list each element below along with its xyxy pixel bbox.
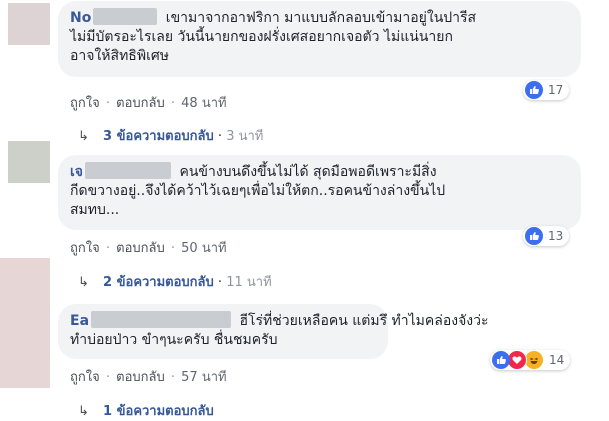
avatar[interactable] <box>8 141 50 183</box>
comment-bubble: เจ คนข้างบนดึงขึ้นไม่ได้ สุดมือพอดีเพราะ… <box>58 155 581 230</box>
avatar[interactable] <box>0 258 50 388</box>
replies-time: 3 นาที <box>226 129 264 144</box>
comment-text-line: สมทบ... <box>70 202 120 218</box>
view-replies-link[interactable]: ↳ 2 ข้อความตอบกลับ · 11 นาที <box>78 271 272 292</box>
separator-dot: · <box>217 129 223 144</box>
comment-text-line: ฮีโร่ที่ช่วยเหลือคน แต่มรึ ทำไมคล่องจังว… <box>239 313 489 329</box>
replies-count-label[interactable]: 3 ข้อความตอบกลับ <box>103 129 214 144</box>
comment-text-line: คนข้างบนดึงขึ้นไม่ได้ สุดมือพอดีเพราะมีส… <box>179 164 437 180</box>
like-icon <box>492 351 510 369</box>
separator-dot: · <box>217 275 223 290</box>
reaction-summary[interactable]: 14 <box>490 350 571 370</box>
view-replies-link[interactable]: ↳ 1 ข้อความตอบกลับ <box>78 400 214 421</box>
reaction-count: 14 <box>549 353 565 367</box>
like-icon <box>525 227 543 245</box>
like-icon <box>525 81 543 99</box>
like-link[interactable]: ถูกใจ <box>70 241 100 256</box>
like-link[interactable]: ถูกใจ <box>70 370 100 385</box>
love-icon <box>507 350 527 370</box>
haha-icon <box>524 350 544 370</box>
separator-dot: · <box>105 96 110 111</box>
comment-text-line: ไม่มีบัตรอะไรเลย วันนี้นายกของฝรั่งเศสอย… <box>70 29 453 45</box>
avatar[interactable] <box>8 3 50 45</box>
comment-author[interactable]: เจ <box>70 162 171 180</box>
separator-dot: · <box>170 96 176 111</box>
reply-arrow-icon: ↳ <box>78 275 89 290</box>
comment-time[interactable]: 50 นาที <box>181 241 226 256</box>
reaction-summary[interactable]: 13 <box>523 226 570 246</box>
comment-author[interactable]: Ea <box>70 311 232 329</box>
comment-time[interactable]: 57 นาที <box>181 370 226 385</box>
separator-dot: · <box>105 241 110 256</box>
comment-actions: ถูกใจ · ตอบกลับ · 57 นาที <box>70 366 227 387</box>
separator-dot: · <box>105 370 110 385</box>
reaction-summary[interactable]: 17 <box>523 80 570 100</box>
comment-text-line: ทำบ่อยป่าว ขำๆนะครับ ชื่นชมครับ <box>70 332 278 348</box>
comment-bubble: Ea ฮีโร่ที่ช่วยเหลือคน แต่มรึ ทำไมคล่องจ… <box>58 304 489 359</box>
comment-text-line: เขามาจากอาฟริกา มาแบบลักลอบเข้ามาอยู่ในป… <box>165 10 477 26</box>
redacted-name <box>91 311 232 328</box>
separator-dot: · <box>170 370 176 385</box>
reaction-count: 17 <box>548 83 564 97</box>
separator-dot: · <box>170 241 176 256</box>
comment-text-line: อาจให้สิทธิพิเศษ <box>70 48 169 64</box>
reaction-count: 13 <box>548 229 564 243</box>
like-link[interactable]: ถูกใจ <box>70 96 100 111</box>
comment-time[interactable]: 48 นาที <box>181 96 226 111</box>
replies-count-label[interactable]: 2 ข้อความตอบกลับ <box>103 275 214 290</box>
reply-link[interactable]: ตอบกลับ <box>116 96 165 111</box>
comment-text-line: กีดขวางอยู่..จึงได้คว้าไว้เฉยๆเพื่อไม่ให… <box>70 183 446 199</box>
redacted-name <box>85 162 171 179</box>
replies-time: 11 นาที <box>226 275 272 290</box>
reply-arrow-icon: ↳ <box>78 129 89 144</box>
redacted-name <box>93 8 158 25</box>
comment-bubble: No เขามาจากอาฟริกา มาแบบลักลอบเข้ามาอยู่… <box>58 1 581 77</box>
reply-link[interactable]: ตอบกลับ <box>116 241 165 256</box>
comment-actions: ถูกใจ · ตอบกลับ · 50 นาที <box>70 237 227 258</box>
comment-author[interactable]: No <box>70 8 158 26</box>
reply-link[interactable]: ตอบกลับ <box>116 370 165 385</box>
view-replies-link[interactable]: ↳ 3 ข้อความตอบกลับ · 3 นาที <box>78 125 263 146</box>
comment-actions: ถูกใจ · ตอบกลับ · 48 นาที <box>70 92 227 113</box>
